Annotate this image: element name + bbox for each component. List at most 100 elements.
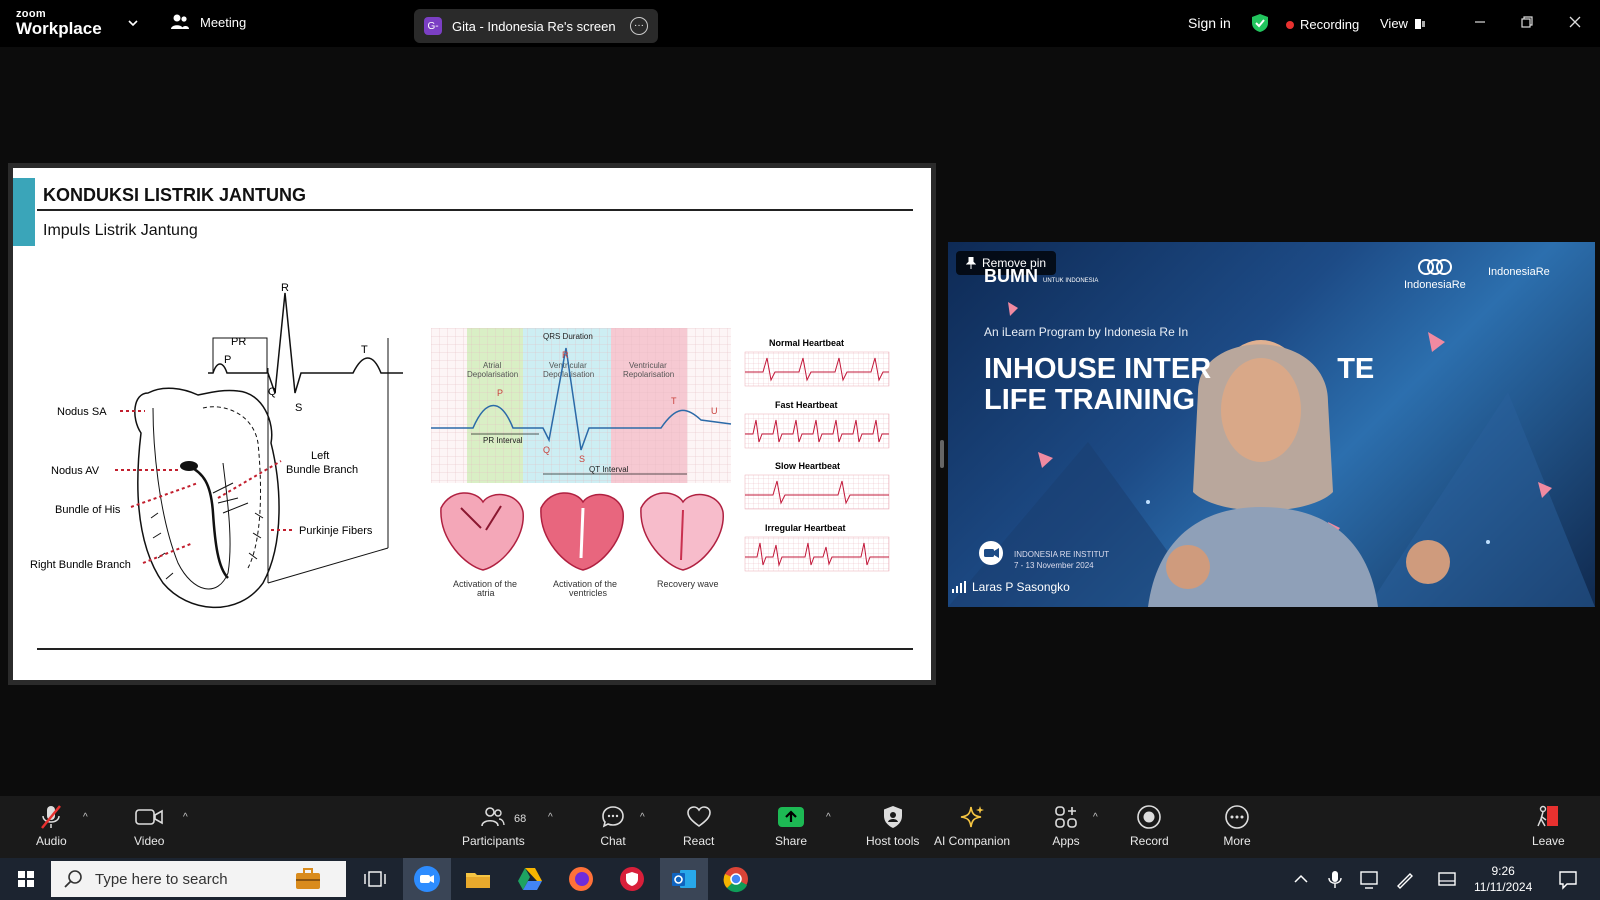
slide-subtitle: Impuls Listrik Jantung: [43, 222, 198, 239]
sparkle-icon: [960, 806, 985, 828]
ecg-pr-label: PR: [231, 336, 246, 348]
atrial-label-1: Atrial: [483, 361, 501, 370]
camera-badge-icon: [979, 541, 1003, 565]
meeting-menu[interactable]: Meeting: [170, 13, 246, 31]
share-button[interactable]: Share: [775, 804, 807, 848]
apps-label: Apps: [1052, 834, 1080, 848]
zoom-app-icon[interactable]: [412, 864, 442, 894]
meeting-label: Meeting: [200, 14, 247, 30]
indonesia-re-institute-logo: IndonesiaRe: [1488, 266, 1550, 278]
minimize-icon[interactable]: [1470, 12, 1490, 32]
slow-heartbeat-label: Slow Heartbeat: [775, 461, 840, 471]
chevron-down-icon[interactable]: [126, 16, 140, 30]
tray-chevron-up-icon[interactable]: [1286, 864, 1316, 894]
chat-options-caret-icon[interactable]: ^: [640, 812, 645, 823]
ai-companion-label: AI Companion: [934, 834, 1011, 848]
react-button[interactable]: React: [683, 804, 714, 848]
label-purkinje: Purkinje Fibers: [299, 525, 373, 537]
share-options-caret-icon[interactable]: ^: [826, 812, 831, 823]
recording-dot-icon: [1286, 20, 1294, 29]
audio-options-caret-icon[interactable]: ^: [83, 812, 88, 823]
apps-button[interactable]: Apps: [1051, 804, 1081, 848]
zoom-app-window: zoom Workplace Meeting G- Gita - Indones…: [0, 0, 1600, 900]
leave-button[interactable]: Leave: [1532, 804, 1565, 848]
pin-icon: [966, 257, 976, 269]
shared-screen[interactable]: KONDUKSI LISTRIK JANTUNG Impuls Listrik …: [8, 163, 936, 685]
indonesia-re-logo: IndonesiaRe: [1404, 258, 1466, 291]
headline-line-1-end: TE: [1337, 353, 1375, 385]
tray-display-icon[interactable]: [1354, 864, 1384, 894]
qt-interval-label: QT Interval: [589, 465, 629, 474]
view-label: View: [1380, 16, 1408, 31]
record-button[interactable]: Record: [1130, 804, 1169, 848]
more-options-icon[interactable]: ···: [630, 17, 648, 35]
outlook-icon[interactable]: [669, 864, 699, 894]
vent-dep-label-2: Depolarisation: [543, 370, 594, 379]
bumn-logo: BUMN UNTUK INDONESIA: [984, 266, 1098, 287]
view-button[interactable]: View: [1380, 16, 1426, 31]
zoom-logo[interactable]: zoom Workplace: [16, 9, 102, 38]
screen-share-indicator[interactable]: G- Gita - Indonesia Re's screen ···: [414, 9, 658, 43]
system-clock[interactable]: 9:26 11/11/2024: [1474, 863, 1532, 895]
recording-indicator[interactable]: Recording: [1286, 17, 1359, 32]
pinned-video-tile[interactable]: Remove pin BUMN UNTUK INDONESIA Indonesi…: [948, 242, 1595, 607]
security-app-icon[interactable]: [617, 864, 647, 894]
tray-microphone-icon[interactable]: [1320, 864, 1350, 894]
ai-companion-button[interactable]: AI Companion: [934, 804, 1010, 848]
meeting-people-icon: [171, 14, 189, 29]
video-camera-icon: [135, 809, 164, 825]
briefcase-icon[interactable]: [293, 864, 323, 894]
close-icon[interactable]: [1565, 12, 1585, 32]
wave-s: S: [579, 454, 585, 464]
signal-strength-icon: [952, 581, 966, 593]
tray-pen-icon[interactable]: [1390, 864, 1420, 894]
host-tools-button[interactable]: Host tools: [866, 804, 919, 848]
program-tagline: An iLearn Program by Indonesia Re In: [984, 325, 1189, 339]
irregular-heartbeat-label: Irregular Heartbeat: [765, 523, 846, 533]
view-layout-icon: [1414, 18, 1425, 29]
participants-button[interactable]: Participants: [462, 804, 525, 848]
sign-in-link[interactable]: Sign in: [1188, 15, 1231, 31]
wave-p: P: [497, 388, 503, 398]
notification-center-icon[interactable]: [1553, 864, 1583, 894]
record-label: Record: [1130, 834, 1169, 848]
label-nodus-av: Nodus AV: [51, 465, 100, 477]
wave-u: U: [711, 406, 718, 416]
windows-start-icon[interactable]: [11, 864, 41, 894]
chrome-icon[interactable]: [721, 864, 751, 894]
video-options-caret-icon[interactable]: ^: [183, 812, 188, 823]
shield-check-icon[interactable]: [1251, 13, 1269, 33]
participants-label: Participants: [462, 834, 525, 848]
label-right-bundle: Right Bundle Branch: [30, 559, 131, 571]
indonesia-re-logo-text: IndonesiaRe: [1404, 279, 1466, 291]
apps-options-caret-icon[interactable]: ^: [1093, 812, 1098, 823]
indonesia-re-logo-mark: [1417, 259, 1452, 275]
firefox-icon[interactable]: [566, 864, 596, 894]
share-screen-icon: [778, 807, 805, 827]
heart-atria-illustration: [440, 492, 524, 571]
top-bar: zoom Workplace Meeting G- Gita - Indones…: [0, 0, 1600, 47]
chat-label: Chat: [600, 834, 626, 848]
ecg-q-label: Q: [268, 386, 277, 398]
audio-button[interactable]: Audio: [36, 804, 67, 848]
video-button[interactable]: Video: [134, 804, 164, 848]
share-label: Share: [775, 834, 808, 848]
atrial-label-2: Depolarisation: [467, 370, 518, 379]
more-button[interactable]: More: [1222, 804, 1252, 848]
shield-icon: [883, 806, 902, 828]
resize-handle[interactable]: [940, 440, 944, 468]
restore-icon[interactable]: [1517, 12, 1537, 32]
participants-count: 68: [514, 813, 527, 825]
google-drive-icon[interactable]: [515, 864, 545, 894]
video-label: Video: [134, 834, 165, 848]
share-title: Gita - Indonesia Re's screen: [452, 18, 616, 34]
participants-options-caret-icon[interactable]: ^: [548, 812, 553, 823]
file-explorer-icon[interactable]: [463, 864, 493, 894]
ecg-t-label: T: [361, 344, 368, 356]
tray-keyboard-icon[interactable]: [1432, 864, 1462, 894]
vent-rep-label-1: Ventricular: [629, 361, 667, 370]
chat-button[interactable]: Chat: [598, 804, 628, 848]
ecg-s-label: S: [295, 402, 302, 414]
heart-ventricles-illustration: [540, 492, 624, 571]
task-view-icon[interactable]: [360, 864, 390, 894]
